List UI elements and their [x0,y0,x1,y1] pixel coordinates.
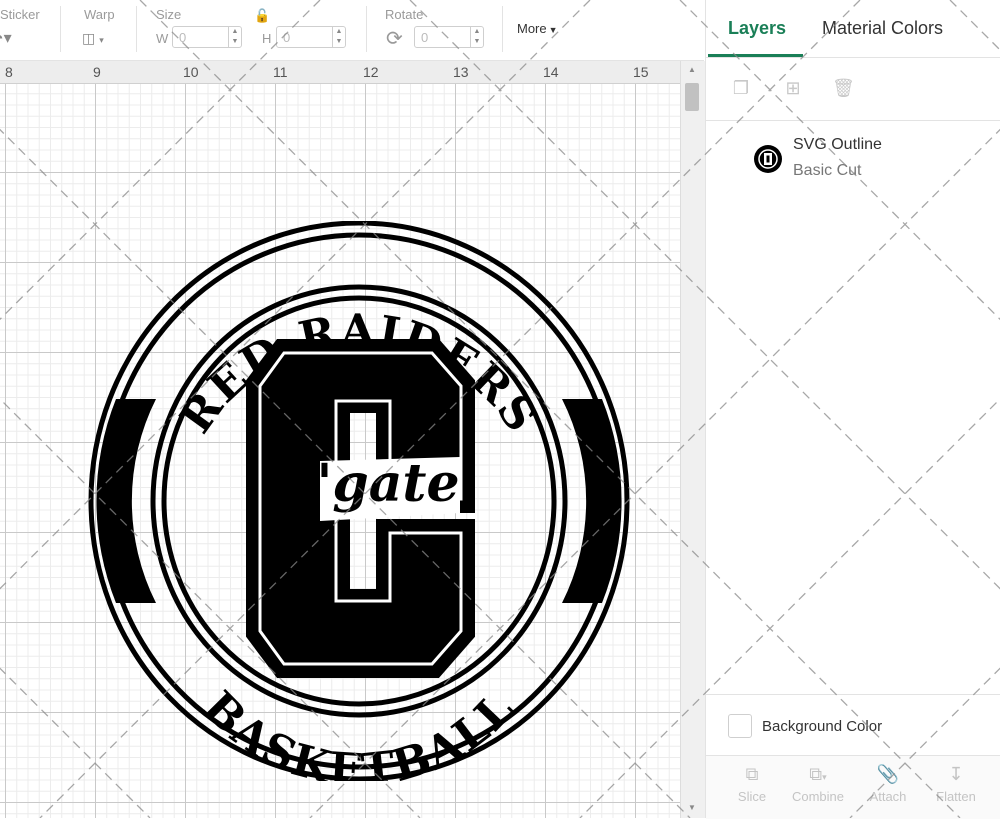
ruler-tick: 13 [453,64,469,80]
divider [502,6,503,52]
vertical-scrollbar[interactable]: ▲ ▼ [680,61,705,818]
combine-label: Combine [791,789,845,804]
ruler-tick: 14 [543,64,559,80]
divider [706,57,1000,58]
duplicate-icon[interactable]: ⊞ [782,78,804,100]
scroll-down-icon[interactable]: ▼ [688,803,696,812]
layer-name: SVG Outline [793,136,882,153]
ruler-tick: 9 [93,64,101,80]
background-color-label: Background Color [762,718,883,735]
divider [366,6,367,52]
more-label: More [517,21,547,36]
width-input[interactable]: 0 ▲ ▼ [172,26,242,48]
attach-button[interactable]: 📎 Attach [858,764,918,806]
left-band [96,399,156,603]
lock-icon[interactable]: 🔓 [254,8,270,24]
combine-icon: ⧉▾ [809,764,827,784]
ruler-tick: 15 [633,64,649,80]
width-stepper[interactable]: ▲ ▼ [228,27,241,47]
ruler-tick: 11 [273,64,288,80]
rotate-input[interactable]: 0 ▲ ▼ [414,26,484,48]
tab-material-colors[interactable]: Material Colors [822,18,943,39]
right-band [562,399,622,603]
warp-icon[interactable]: ◫ ▾ [82,30,104,47]
more-button[interactable]: More ▼ [517,21,558,36]
design-canvas[interactable]: 8 9 10 11 12 13 14 15 RED RAIDERS BASKET… [0,61,680,818]
slice-label: Slice [737,789,767,804]
height-input[interactable]: 0 ▲ ▼ [276,26,346,48]
background-color-swatch[interactable] [728,714,752,738]
sticker-label: Sticker [0,7,40,22]
slice-button[interactable]: ⧉ Slice [722,764,782,806]
width-letter: W [156,31,169,46]
ruler-tick: 8 [5,64,13,80]
size-label: Size [156,7,182,22]
edit-toolbar: Sticker ◓▾ Warp ◫▾ Size 🔓 W 0 ▲▼ H 0 ▲▼ … [0,0,704,61]
rotate-icon[interactable]: ⟳ [386,26,403,51]
rotate-label: Rotate [385,7,424,22]
combine-button[interactable]: ⧉▾ Combine [788,764,848,806]
height-letter: H [262,31,272,46]
rotate-stepper[interactable]: ▲ ▼ [470,27,483,47]
layer-item[interactable]: SVG Outline Basic Cut [706,130,1000,190]
tab-layers[interactable]: Layers [728,18,786,39]
divider [60,6,61,52]
group-icon[interactable]: ❐ [730,78,752,100]
basketball-logo-design[interactable]: RED RAIDERS BASKETBALL 'gate [88,221,630,781]
slice-icon: ⧉ [745,764,759,784]
paperclip-icon: 📎 [876,764,900,784]
height-value: 0 [283,30,291,45]
height-stepper[interactable]: ▲ ▼ [332,27,345,47]
delete-icon[interactable]: 🗑 [832,78,855,100]
divider [136,6,137,52]
sticker-icon[interactable]: ◓▾ [0,28,12,48]
caret-down-icon: ▼ [548,25,558,35]
flatten-button[interactable]: ↧ Flatten [926,764,986,806]
attach-label: Attach [869,789,907,804]
bottom-arc-text: BASKETBALL [193,682,525,781]
horizontal-ruler: 8 9 10 11 12 13 14 15 [0,61,680,84]
script-text: 'gate [316,453,459,514]
flatten-icon: ↧ [948,764,964,784]
warp-label: Warp [84,7,115,22]
rotate-value: 0 [421,30,429,45]
layer-actions-bar: ⧉ Slice ⧉▾ Combine 📎 Attach ↧ Flatten [706,755,1000,819]
ruler-tick: 10 [183,64,199,80]
width-value: 0 [179,30,187,45]
scroll-thumb[interactable] [685,83,699,111]
ruler-tick: 12 [363,64,379,80]
divider [706,694,1000,695]
divider [706,120,1000,121]
layers-panel: Layers Material Colors ❐ ⊞ 🗑 SVG Outline… [705,0,1000,819]
scroll-up-icon[interactable]: ▲ [688,65,696,74]
layer-thumbnail-icon [754,145,782,173]
flatten-label: Flatten [936,789,976,804]
layer-operation: Basic Cut [793,162,862,179]
